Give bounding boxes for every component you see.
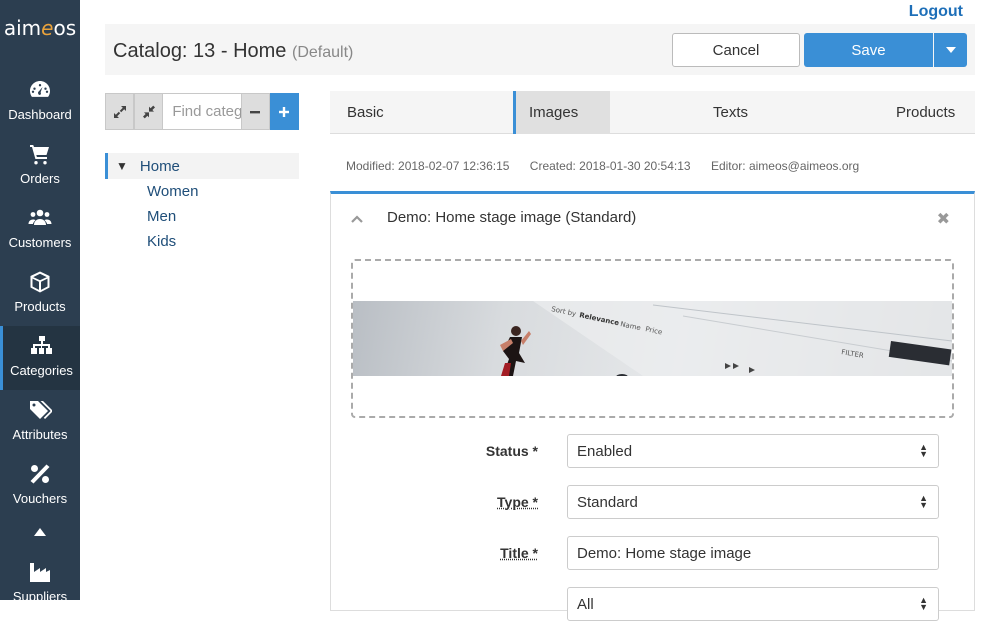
dashboard-icon <box>30 81 50 97</box>
logout-link[interactable]: Logout <box>909 3 963 21</box>
item-tabs: Basic Images Texts Products <box>330 91 975 134</box>
model-figure <box>500 326 531 376</box>
nav-vouchers[interactable]: Vouchers <box>0 454 80 518</box>
nav-orders[interactable]: Orders <box>0 134 80 198</box>
item-meta: Modified: 2018-02-07 12:36:15 Created: 2… <box>346 159 876 173</box>
cancel-button[interactable]: Cancel <box>672 33 800 67</box>
image-item-title: Demo: Home stage image (Standard) <box>387 209 637 226</box>
status-select[interactable]: Enabled ▲ ▼ <box>567 434 939 468</box>
nav-label: Customers <box>8 235 72 250</box>
status-row: Status * Enabled ▲ ▼ <box>330 434 975 468</box>
add-category-button[interactable] <box>269 93 299 130</box>
caret-down-icon <box>945 47 956 53</box>
type-value: Standard <box>577 493 638 511</box>
tree-node-women[interactable]: Women <box>105 179 299 204</box>
nav-dashboard[interactable]: Dashboard <box>0 70 80 134</box>
percent-icon <box>30 464 50 484</box>
type-select[interactable]: Standard ▲ ▼ <box>567 485 939 519</box>
scroll-up-icon[interactable] <box>0 528 80 544</box>
nav-customers[interactable]: Customers <box>0 198 80 262</box>
type-label: Type * <box>497 494 538 510</box>
tree-toolbar: Find category <box>105 93 299 130</box>
find-category-input[interactable]: Find category <box>163 93 241 130</box>
type-row: Type * Standard ▲ ▼ <box>330 485 975 519</box>
editor-name: Editor: aimeos@aimeos.org <box>710 159 860 173</box>
select-arrows-icon: ▲ ▼ <box>919 493 928 510</box>
nav-label: Categories <box>10 363 73 378</box>
created-date: Created: 2018-01-30 20:54:13 <box>529 159 691 173</box>
language-row: All ▲ ▼ <box>330 587 975 621</box>
language-value: All <box>577 595 594 613</box>
nav-suppliers[interactable]: Suppliers <box>0 552 80 616</box>
nav-products[interactable]: Products <box>0 262 80 326</box>
item-header: Catalog: 13 - Home (Default) Cancel Save <box>105 24 975 75</box>
chevron-up-icon[interactable] <box>351 210 363 228</box>
image-preview: Sort by Relevance Name Price FILTER <box>353 301 952 376</box>
page-title: Catalog: 13 - Home (Default) <box>113 40 353 63</box>
title-label: Title * <box>500 545 538 561</box>
language-select[interactable]: All ▲ ▼ <box>567 587 939 621</box>
sitemap-icon <box>30 336 52 354</box>
close-icon[interactable]: ✖ <box>937 209 950 229</box>
tree-node-home[interactable]: ▼ Home <box>105 153 299 179</box>
tree-node-kids[interactable]: Kids <box>105 229 299 254</box>
nav-categories[interactable]: Categories <box>0 326 80 390</box>
sidebar: aim e os Dashboard Orders Customers Produc… <box>0 0 80 604</box>
plus-icon <box>279 106 290 117</box>
title-input[interactable]: Demo: Home stage image <box>567 536 939 570</box>
image-item-header[interactable]: Demo: Home stage image (Standard) ✖ <box>331 194 974 240</box>
title-row: Title * Demo: Home stage image <box>330 536 975 570</box>
cube-icon <box>30 271 50 293</box>
tab-images[interactable]: Images <box>513 91 610 134</box>
stage-image: Sort by Relevance Name Price FILTER <box>500 301 952 376</box>
status-label: Status * <box>485 443 538 459</box>
minus-icon <box>250 110 261 113</box>
tab-texts[interactable]: Texts <box>713 91 748 134</box>
tree-node-label: Home <box>139 157 180 175</box>
nav-label: Dashboard <box>8 107 72 122</box>
select-arrows-icon: ▲ ▼ <box>919 442 928 459</box>
users-icon <box>28 209 52 225</box>
nav-label: Attributes <box>12 427 68 442</box>
image-dropzone[interactable]: Sort by Relevance Name Price FILTER <box>351 259 954 418</box>
industry-icon <box>30 563 50 582</box>
expand-all-button[interactable] <box>105 93 135 130</box>
nav-label: Products <box>14 299 66 314</box>
status-value: Enabled <box>577 442 633 460</box>
tree-toggle-icon[interactable]: ▼ <box>116 159 128 173</box>
tags-icon <box>30 401 52 419</box>
expand-icon <box>113 105 126 118</box>
cart-icon <box>30 145 49 165</box>
tree-node-men[interactable]: Men <box>105 204 299 229</box>
nav-label: Orders <box>20 171 60 186</box>
page-title-suffix: (Default) <box>291 44 354 61</box>
modified-date: Modified: 2018-02-07 12:36:15 <box>346 159 510 173</box>
tab-basic[interactable]: Basic <box>347 91 384 134</box>
tab-products[interactable]: Products <box>896 91 955 134</box>
page-title-text: Catalog: 13 - Home <box>113 40 287 62</box>
remove-category-button[interactable] <box>240 93 270 130</box>
collapse-all-button[interactable] <box>134 93 164 130</box>
compress-icon <box>142 105 155 118</box>
nav-attributes[interactable]: Attributes <box>0 390 80 454</box>
nav-label: Vouchers <box>12 491 68 506</box>
save-options-dropdown[interactable] <box>934 33 967 67</box>
aimeos-logo[interactable]: aim e os <box>0 0 80 56</box>
nav-label: Suppliers <box>12 589 68 604</box>
save-button[interactable]: Save <box>804 33 933 67</box>
select-arrows-icon: ▲ ▼ <box>919 595 928 612</box>
category-tree: ▼ Home Women Men Kids <box>105 153 299 254</box>
